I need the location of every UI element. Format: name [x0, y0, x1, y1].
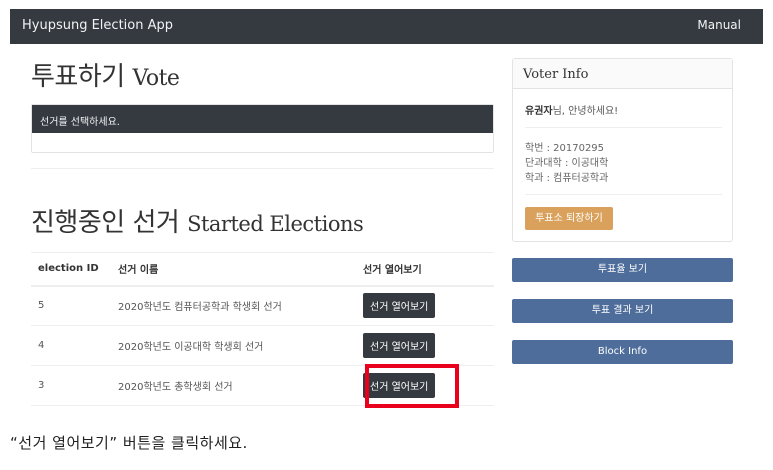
open-election-button[interactable]: 선거 열어보기: [363, 333, 436, 358]
department: 학과 : 컴퓨터공학과: [525, 173, 609, 184]
block-info-button[interactable]: Block Info: [512, 340, 733, 364]
divider: [525, 194, 722, 195]
vote-heading: 투표하기 Vote: [31, 56, 180, 93]
table-header-row: election ID 선거 이름 선거 열어보기: [31, 252, 494, 287]
voter-info-card: Voter Info 유권자님, 안녕하세요! 학번 : 20170295 단과…: [512, 58, 733, 242]
voter-name: 유권자: [525, 106, 553, 117]
voter-greeting: 유권자님, 안녕하세요!: [525, 102, 618, 117]
divider: [31, 168, 494, 169]
open-election-button[interactable]: 선거 열어보기: [363, 293, 436, 319]
table-row: 5 2020학년도 컴퓨터공학과 학생회 선거 선거 열어보기: [31, 285, 494, 326]
col-header-name: 선거 이름: [111, 252, 356, 287]
started-heading-ko: 진행중인 선거: [31, 208, 180, 238]
election-id: 5: [31, 285, 111, 326]
student-id: 학번 : 20170295: [525, 143, 605, 154]
instruction-text: “선거 열어보기” 버튼을 클릭하세요.: [10, 434, 248, 452]
divider: [525, 127, 722, 128]
election-id: 3: [31, 365, 111, 406]
app-brand[interactable]: Hyupsung Election App: [22, 18, 173, 33]
highlight-box: [365, 364, 459, 408]
col-header-id: election ID: [31, 252, 111, 287]
top-navbar: Hyupsung Election App Manual: [10, 9, 763, 44]
greeting-suffix: 님, 안녕하세요!: [552, 106, 619, 117]
started-elections-heading: 진행중인 선거 Started Elections: [31, 202, 364, 239]
vote-heading-en: Vote: [132, 66, 180, 91]
exit-polling-button[interactable]: 투표소 퇴장하기: [525, 207, 613, 230]
vote-panel: 선거를 선택하세요.: [31, 104, 494, 153]
view-results-button[interactable]: 투표 결과 보기: [512, 299, 733, 323]
election-name: 2020학년도 이공대학 학생회 선거: [111, 325, 356, 366]
election-name: 2020학년도 컴퓨터공학과 학생회 선거: [111, 285, 356, 326]
select-election-prompt: 선거를 선택하세요.: [32, 105, 493, 133]
manual-link[interactable]: Manual: [697, 18, 741, 32]
table-row: 4 2020학년도 이공대학 학생회 선거 선거 열어보기: [31, 325, 494, 366]
election-name: 2020학년도 총학생회 선거: [111, 365, 356, 406]
college: 단과대학 : 이공대학: [525, 158, 609, 169]
col-header-open: 선거 열어보기: [356, 252, 494, 287]
vote-heading-ko: 투표하기: [31, 62, 125, 92]
view-turnout-button[interactable]: 투표율 보기: [512, 258, 733, 282]
election-id: 4: [31, 325, 111, 366]
voter-info-title: Voter Info: [513, 59, 732, 89]
started-heading-en: Started Elections: [187, 212, 364, 236]
